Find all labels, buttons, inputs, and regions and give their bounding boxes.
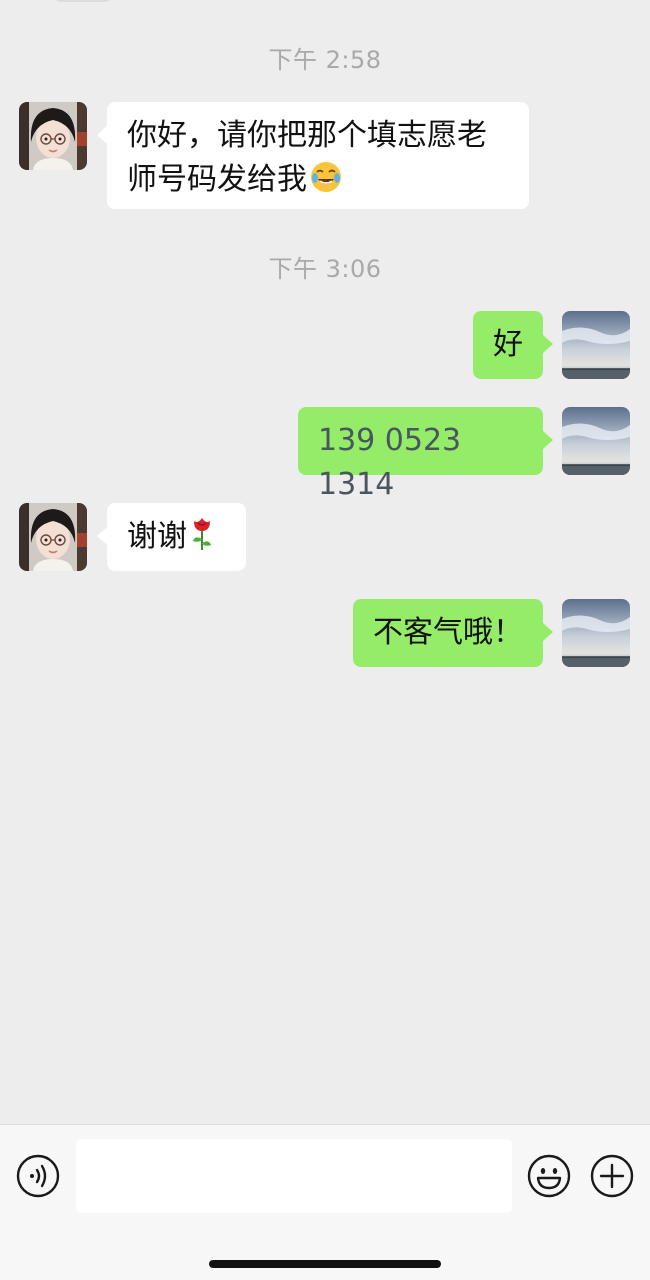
incoming-message-bubble[interactable]: 谢谢 [97,503,246,571]
home-indicator[interactable] [209,1260,441,1268]
timestamp: 下午 2:58 [268,46,382,74]
my-avatar[interactable] [562,407,630,475]
outgoing-message-bubble[interactable]: 好 [473,311,553,379]
contact-avatar[interactable] [19,503,87,571]
rose-emoji-icon [189,515,215,564]
message-input[interactable] [76,1139,512,1213]
timestamp: 下午 3:06 [268,255,382,283]
message-text-line: 师号码发给我 [127,162,307,197]
contact-avatar[interactable] [19,102,87,170]
message-text: 谢谢 [127,519,187,554]
voice-icon[interactable] [16,1154,60,1198]
incoming-message-bubble[interactable]: 你好，请你把那个填志愿老 师号码发给我 [97,102,529,209]
phone-number-text[interactable]: 139 0523 1314 [318,423,461,502]
message-text: 好 [493,327,523,362]
my-avatar[interactable] [562,599,630,667]
message-text: 不客气哦！ [373,615,523,650]
plus-circle-icon[interactable] [590,1154,634,1198]
laughing-tears-emoji-icon [309,160,343,207]
chat-input-bar [0,1124,650,1280]
outgoing-message-bubble[interactable]: 139 0523 1314 [298,407,553,502]
outgoing-message-bubble[interactable]: 不客气哦！ [353,599,553,667]
message-text-line: 你好，请你把那个填志愿老 [127,118,487,153]
my-avatar[interactable] [562,311,630,379]
previous-bubble-edge [52,0,114,2]
smiley-icon[interactable] [527,1154,571,1198]
